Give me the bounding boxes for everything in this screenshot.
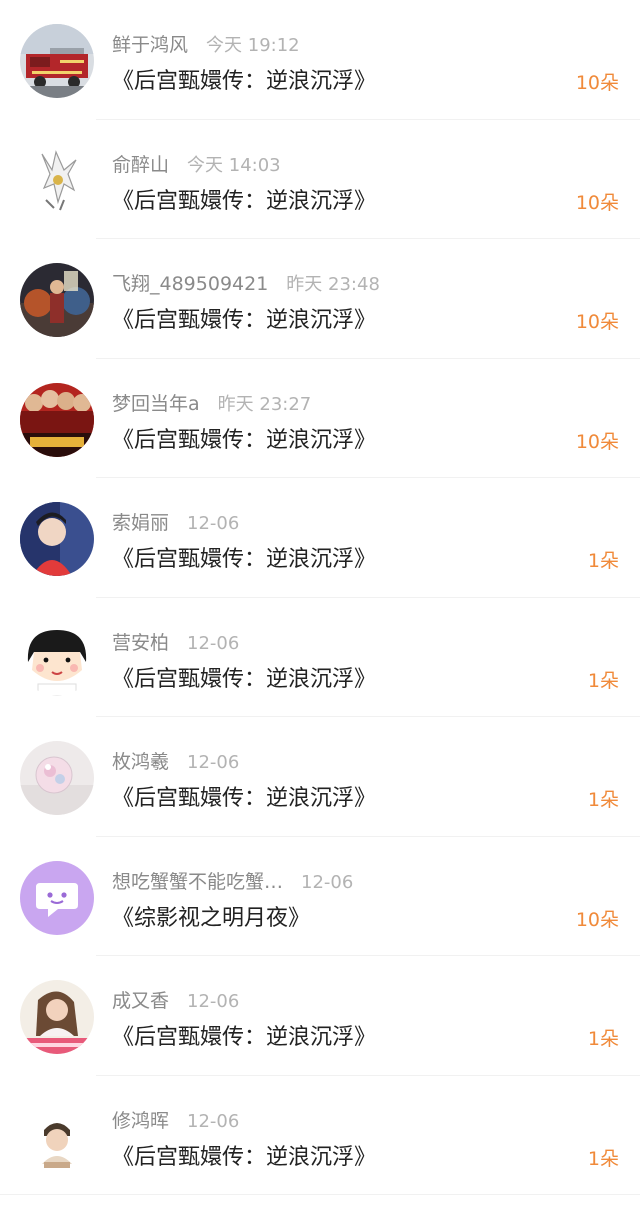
user-name[interactable]: 俞醉山 — [112, 150, 169, 177]
user-name[interactable]: 梦回当年a — [112, 389, 200, 416]
gift-time: 12-06 — [187, 632, 240, 654]
user-name[interactable]: 索娟丽 — [112, 508, 169, 535]
flower-count: 1朵 — [587, 1147, 619, 1170]
list-item[interactable]: 想吃蟹蟹不能吃蟹… 12-06 《综影视之明月夜》 10朵 — [0, 837, 640, 957]
book-title[interactable]: 《后宫甄嬛传：逆浪沉浮》 — [112, 1019, 376, 1051]
gift-time: 12-06 — [187, 513, 240, 534]
cartoon-girl-avatar[interactable] — [20, 621, 94, 696]
flower-count: 1朵 — [587, 1028, 619, 1050]
crystal-ball-avatar[interactable] — [20, 741, 94, 815]
list-item[interactable]: 梦回当年a 昨天 23:27 《后宫甄嬛传：逆浪沉浮》 10朵 — [0, 359, 640, 479]
list-item[interactable]: 营安柏 12-06 《后宫甄嬛传：逆浪沉浮》 1朵 — [0, 598, 640, 718]
movie-poster-avatar[interactable] — [20, 263, 94, 337]
gift-time: 12-06 — [187, 752, 240, 773]
flower-count: 10朵 — [575, 191, 619, 214]
list-item[interactable]: 成又香 12-06 《后宫甄嬛传：逆浪沉浮》 1朵 — [0, 956, 640, 1076]
book-title[interactable]: 《后宫甄嬛传：逆浪沉浮》 — [112, 1139, 376, 1171]
boy-photo-avatar[interactable] — [20, 1099, 94, 1174]
user-name[interactable]: 鲜于鸿风 — [112, 30, 188, 57]
book-title[interactable]: 《后宫甄嬛传：逆浪沉浮》 — [112, 63, 376, 95]
white-creature-avatar[interactable] — [20, 143, 94, 218]
flower-count: 10朵 — [575, 311, 619, 333]
flower-count: 1朵 — [587, 789, 619, 811]
gift-time: 今天 19:12 — [206, 35, 300, 56]
gift-time: 12-06 — [187, 1110, 240, 1132]
list-item[interactable]: 俞醉山 今天 14:03 《后宫甄嬛传：逆浪沉浮》 10朵 — [0, 120, 640, 240]
girl-photo-avatar[interactable] — [20, 980, 94, 1054]
book-title[interactable]: 《后宫甄嬛传：逆浪沉浮》 — [112, 661, 376, 693]
list-item[interactable]: 鲜于鸿风 今天 19:12 《后宫甄嬛传：逆浪沉浮》 10朵 — [0, 0, 640, 120]
list-item[interactable]: 索娟丽 12-06 《后宫甄嬛传：逆浪沉浮》 1朵 — [0, 478, 640, 598]
book-title[interactable]: 《后宫甄嬛传：逆浪沉浮》 — [112, 780, 376, 812]
gift-time: 12-06 — [187, 991, 240, 1012]
flower-count: 10朵 — [575, 908, 619, 931]
book-title[interactable]: 《后宫甄嬛传：逆浪沉浮》 — [112, 183, 376, 215]
list-item[interactable]: 枚鸿羲 12-06 《后宫甄嬛传：逆浪沉浮》 1朵 — [0, 717, 640, 837]
user-name[interactable]: 修鸿晖 — [112, 1106, 169, 1133]
user-name[interactable]: 枚鸿羲 — [112, 747, 169, 774]
gift-time: 昨天 23:27 — [217, 393, 312, 415]
chat-bubble-avatar[interactable] — [20, 860, 94, 935]
book-title[interactable]: 《综影视之明月夜》 — [112, 900, 310, 932]
gift-record-list: 鲜于鸿风 今天 19:12 《后宫甄嬛传：逆浪沉浮》 10朵 俞醉山 今天 14… — [0, 0, 640, 1195]
portrait-avatar[interactable] — [20, 502, 94, 576]
list-item[interactable]: 修鸿晖 12-06 《后宫甄嬛传：逆浪沉浮》 1朵 — [0, 1076, 640, 1196]
fire-truck-avatar[interactable] — [20, 24, 94, 98]
red-poster-avatar[interactable] — [20, 382, 94, 457]
gift-time: 12-06 — [301, 871, 354, 893]
flower-count: 1朵 — [587, 669, 619, 692]
flower-count: 10朵 — [575, 72, 619, 94]
user-name[interactable]: 营安柏 — [112, 628, 169, 655]
user-name[interactable]: 飞翔_489509421 — [112, 269, 268, 296]
user-name[interactable]: 成又香 — [112, 986, 169, 1013]
flower-count: 1朵 — [587, 550, 619, 572]
flower-count: 10朵 — [575, 430, 619, 453]
book-title[interactable]: 《后宫甄嬛传：逆浪沉浮》 — [112, 302, 376, 334]
book-title[interactable]: 《后宫甄嬛传：逆浪沉浮》 — [112, 541, 376, 573]
gift-time: 今天 14:03 — [187, 154, 281, 176]
book-title[interactable]: 《后宫甄嬛传：逆浪沉浮》 — [112, 422, 376, 454]
gift-time: 昨天 23:48 — [286, 274, 380, 295]
user-name[interactable]: 想吃蟹蟹不能吃蟹… — [112, 867, 283, 894]
list-item[interactable]: 飞翔_489509421 昨天 23:48 《后宫甄嬛传：逆浪沉浮》 10朵 — [0, 239, 640, 359]
